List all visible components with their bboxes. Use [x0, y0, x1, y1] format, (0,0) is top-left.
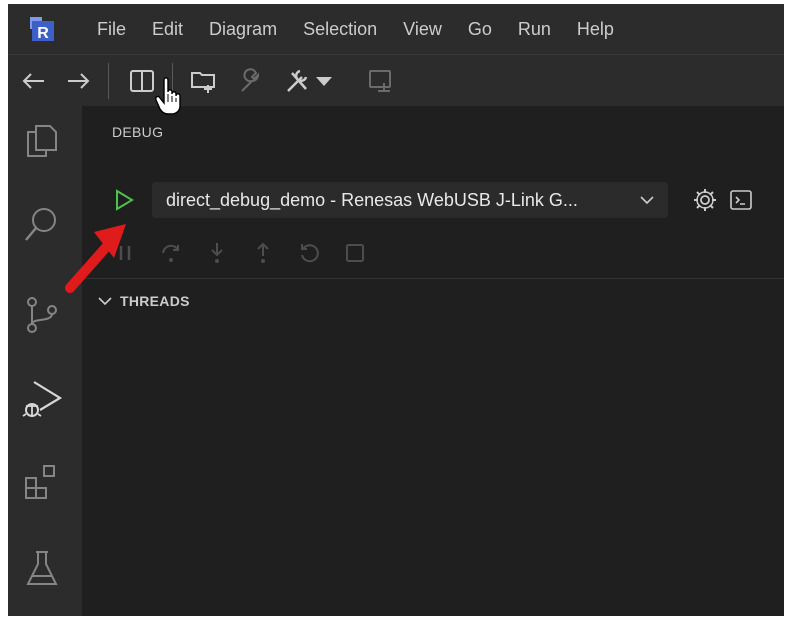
step-out-icon[interactable]: [250, 240, 276, 266]
app-window: R File Edit Diagram Selection View Go Ru…: [8, 4, 784, 616]
panel-divider: [82, 278, 784, 279]
activity-bar: [8, 106, 82, 616]
run-config-row: direct_debug_demo - Renesas WebUSB J-Lin…: [82, 182, 784, 218]
menu-file[interactable]: File: [84, 4, 139, 54]
source-control-icon[interactable]: [20, 292, 64, 336]
debug-controls: [112, 240, 412, 266]
tools-dropdown-icon[interactable]: [282, 65, 338, 97]
explorer-icon[interactable]: [20, 118, 64, 162]
play-icon: [116, 189, 134, 211]
flash-device-icon[interactable]: [364, 65, 396, 97]
app-logo-letter: R: [37, 25, 49, 42]
start-debugging-button[interactable]: [112, 188, 136, 212]
menu-run[interactable]: Run: [505, 4, 564, 54]
search-icon[interactable]: [20, 202, 64, 246]
toolbar: [8, 54, 784, 107]
step-into-icon[interactable]: [204, 240, 230, 266]
open-launch-json-button[interactable]: [692, 187, 718, 213]
menu-selection[interactable]: Selection: [290, 4, 390, 54]
new-folder-icon[interactable]: [188, 65, 220, 97]
menu-help[interactable]: Help: [564, 4, 627, 54]
debug-panel: DEBUG direct_debug_demo - Renesas WebUSB…: [82, 106, 784, 616]
arrow-right-icon[interactable]: [62, 65, 94, 97]
menu-view[interactable]: View: [390, 4, 455, 54]
menu-diagram[interactable]: Diagram: [196, 4, 290, 54]
launch-config-value: direct_debug_demo - Renesas WebUSB J-Lin…: [166, 190, 578, 210]
testing-icon[interactable]: [20, 546, 64, 590]
toolbar-separator: [108, 63, 109, 99]
extensions-icon[interactable]: [20, 460, 64, 504]
arrow-left-icon[interactable]: [18, 65, 50, 97]
menu-edit[interactable]: Edit: [139, 4, 196, 54]
terminal-icon: [730, 190, 752, 210]
chevron-down-icon: [638, 191, 656, 209]
annotation-arrow-icon: [64, 214, 154, 294]
launch-config-dropdown[interactable]: direct_debug_demo - Renesas WebUSB J-Lin…: [152, 182, 668, 218]
step-over-icon[interactable]: [158, 240, 184, 266]
restart-icon[interactable]: [296, 240, 322, 266]
panel-title: DEBUG: [112, 124, 164, 140]
menu-bar: R File Edit Diagram Selection View Go Ru…: [8, 4, 784, 54]
wrench-icon[interactable]: [234, 65, 266, 97]
menu-go[interactable]: Go: [455, 4, 505, 54]
gear-icon: [694, 189, 716, 211]
hand-cursor-icon: [154, 76, 184, 116]
chevron-down-icon: [96, 292, 114, 310]
run-debug-icon[interactable]: [20, 376, 64, 420]
debug-console-button[interactable]: [728, 187, 754, 213]
app-logo-icon: R: [28, 15, 56, 43]
stop-icon[interactable]: [342, 240, 368, 266]
